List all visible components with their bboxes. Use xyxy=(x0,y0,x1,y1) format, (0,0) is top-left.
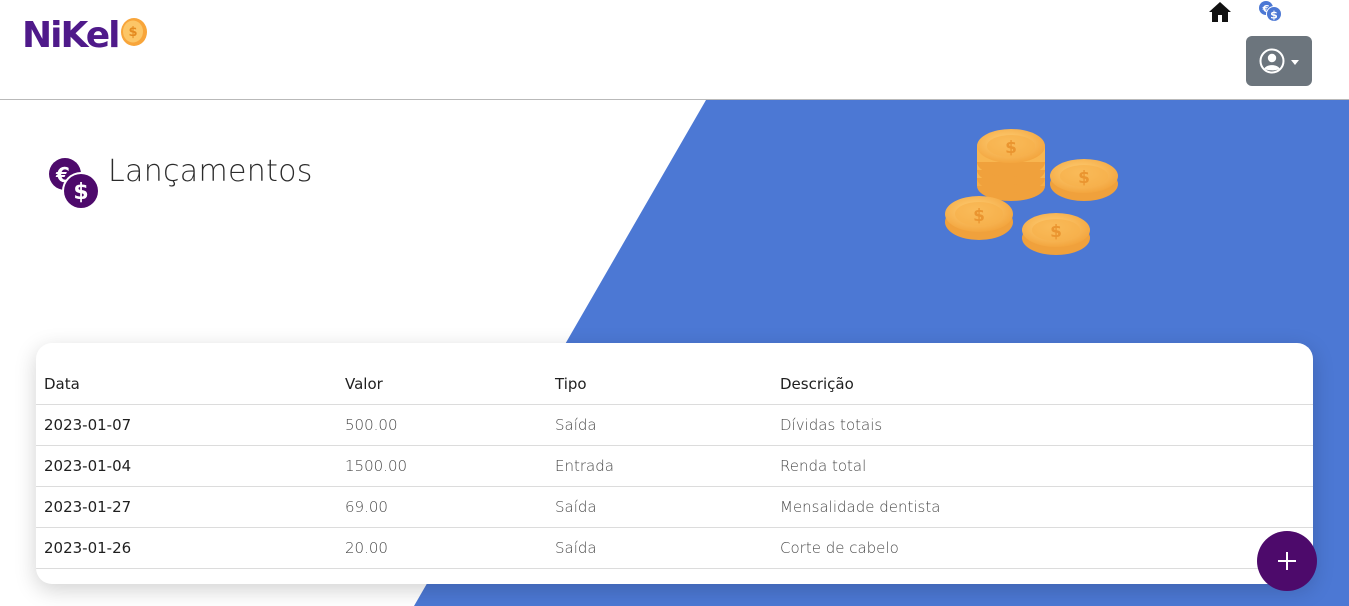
cell-type: Saída xyxy=(547,404,772,446)
coins-illustration: $ $ $ $ xyxy=(945,129,1118,255)
user-menu-button[interactable] xyxy=(1246,36,1312,86)
currency-icon: € $ xyxy=(49,158,100,210)
table-row: 2023-01-27 69.00 Saída Mensalidade denti… xyxy=(36,486,1313,528)
cell-type: Entrada xyxy=(547,445,772,487)
plus-icon xyxy=(1278,552,1296,570)
cell-description: Dívidas totais xyxy=(772,404,1313,446)
cell-value: 500.00 xyxy=(337,404,547,446)
user-circle-icon xyxy=(1259,48,1285,74)
header: NiKel $ € $ xyxy=(0,0,1349,100)
table-header-row: Data Valor Tipo Descrição xyxy=(36,364,1313,405)
logo[interactable]: NiKel $ xyxy=(22,14,149,58)
table-row: 2023-01-26 20.00 Saída Corte de cabelo xyxy=(36,527,1313,569)
cell-type: Saída xyxy=(547,527,772,569)
cell-description: Renda total xyxy=(772,445,1313,487)
svg-text:$: $ xyxy=(73,180,88,205)
page-heading: € $ Lançamentos xyxy=(48,154,313,210)
add-transaction-button[interactable] xyxy=(1257,531,1317,591)
page-title: Lançamentos xyxy=(108,154,313,189)
column-header-date: Data xyxy=(36,364,337,405)
column-header-description: Descrição xyxy=(772,364,1313,405)
cell-value: 20.00 xyxy=(337,527,547,569)
cell-date: 2023-01-26 xyxy=(36,527,337,569)
currency-icon[interactable]: € $ xyxy=(1258,0,1284,24)
table-row: 2023-01-07 500.00 Saída Dívidas totais xyxy=(36,404,1313,446)
chevron-down-icon xyxy=(1291,59,1299,65)
svg-text:$: $ xyxy=(1050,222,1062,242)
cell-value: 69.00 xyxy=(337,486,547,528)
svg-text:$: $ xyxy=(1078,168,1090,188)
column-header-value: Valor xyxy=(337,364,547,405)
svg-text:$: $ xyxy=(1005,138,1017,158)
cell-value: 1500.00 xyxy=(337,445,547,487)
cell-description: Corte de cabelo xyxy=(772,527,1313,569)
cell-date: 2023-01-27 xyxy=(36,486,337,528)
svg-text:$: $ xyxy=(1270,9,1278,22)
coin-logo-icon: $ xyxy=(120,18,147,46)
svg-text:$: $ xyxy=(128,25,137,40)
transactions-table: Data Valor Tipo Descrição 2023-01-07 500… xyxy=(36,364,1313,569)
svg-text:$: $ xyxy=(973,206,985,226)
cell-date: 2023-01-07 xyxy=(36,404,337,446)
column-header-type: Tipo xyxy=(547,364,772,405)
transactions-card: Data Valor Tipo Descrição 2023-01-07 500… xyxy=(36,343,1313,584)
cell-date: 2023-01-04 xyxy=(36,445,337,487)
table-row: 2023-01-04 1500.00 Entrada Renda total xyxy=(36,445,1313,487)
logo-text: NiKel xyxy=(22,15,120,56)
cell-type: Saída xyxy=(547,486,772,528)
home-icon[interactable] xyxy=(1208,0,1232,24)
cell-description: Mensalidade dentista xyxy=(772,486,1313,528)
page: NiKel $ € $ € $ Lançamentos $ $ $ $ Data… xyxy=(0,0,1349,606)
